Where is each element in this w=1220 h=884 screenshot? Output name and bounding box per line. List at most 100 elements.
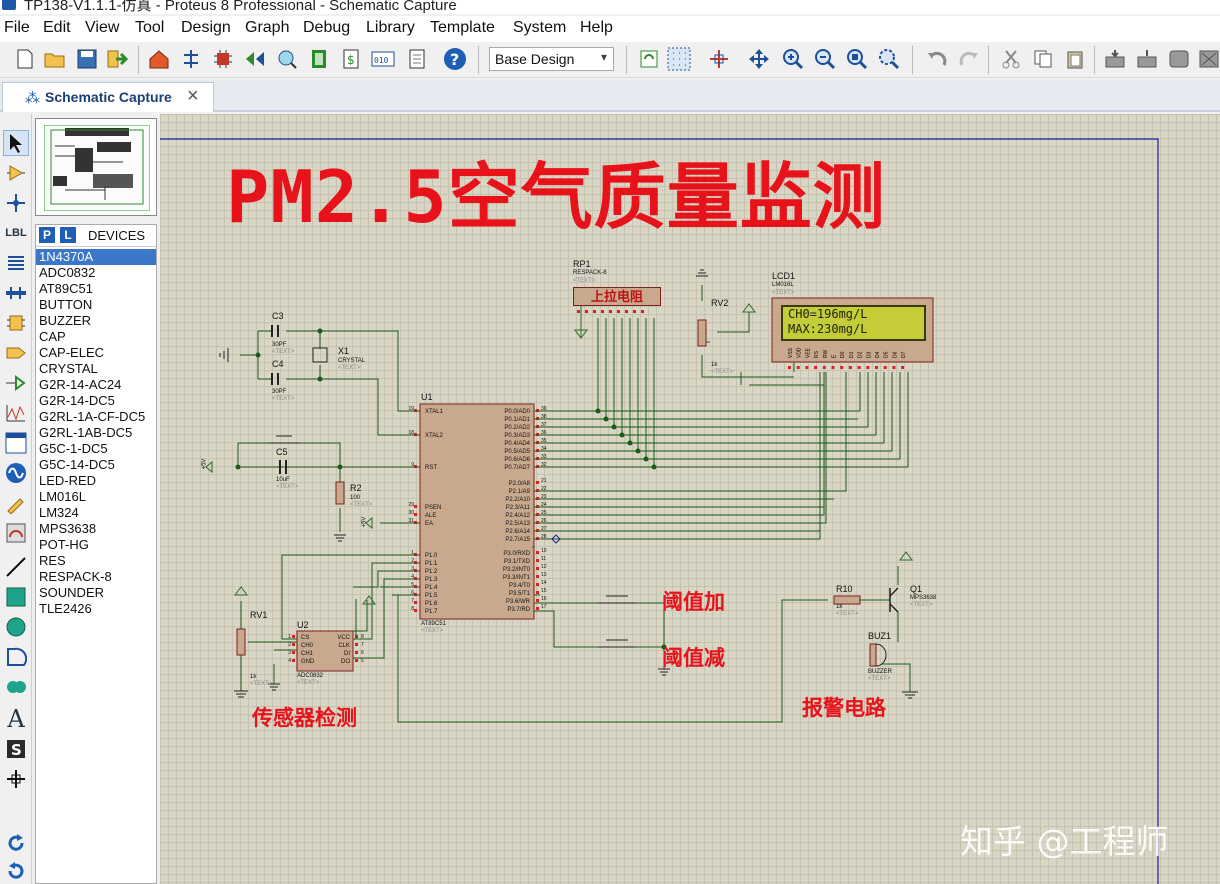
u1-pin-label: P1.1 (425, 561, 438, 567)
u1-pin-label: P0.7/AD7 (504, 465, 530, 471)
u1-pin-number: 11 (541, 556, 546, 562)
u1-pin-number: 8 (411, 606, 414, 612)
u1-pin-label: P0.6/AD6 (504, 457, 530, 463)
x1-part: CRYSTAL (338, 358, 366, 364)
c5-value: 10uF (276, 477, 290, 483)
threshold-down-label: 阈值减 (662, 646, 725, 670)
u2-pin-number: 7 (361, 642, 364, 648)
rp1-body[interactable]: 上拉电阻 (573, 287, 661, 306)
rv2-value: 1k (711, 362, 718, 368)
u1-pin-label: P2.0/A8 (509, 481, 531, 487)
u1-pin-label: P2.7/A15 (505, 537, 530, 543)
u1-pin-marker (414, 505, 417, 508)
lcd-pin-label: D2 (858, 351, 864, 358)
crystal-x1 (312, 347, 328, 363)
u1-pin-marker (536, 591, 539, 594)
c3-ref: C3 (272, 311, 284, 321)
buzzer-body (869, 643, 877, 667)
rv1-value: 1k (250, 674, 257, 680)
u1-pin-marker (536, 607, 539, 610)
rp1-pins (577, 310, 644, 313)
lcd-pin-label: D4 (875, 351, 881, 358)
c4-text: <TEXT> (272, 396, 295, 402)
u1-pin-marker (414, 601, 417, 604)
u2-pin-marker (292, 643, 295, 646)
sheet-border (160, 138, 1159, 884)
u1-ref: U1 (421, 392, 433, 402)
u1-pin-label: P0.0/AD0 (504, 409, 530, 415)
u1-pin-label: P1.4 (425, 585, 438, 591)
lcd-line-2: MAX:230mg/L (788, 322, 868, 336)
u1-pin-label: PSEN (425, 505, 441, 511)
c5-text: <TEXT> (276, 484, 299, 490)
u1-pin-label: P0.1/AD1 (504, 417, 530, 423)
pot-rv2 (697, 319, 707, 347)
lcd-part: LM016L (772, 282, 794, 288)
u1-pin-marker (536, 599, 539, 602)
rp1-pin-marker (601, 310, 604, 313)
buz1-part: BUZZER (868, 669, 892, 675)
u1-pin-label: P0.4/AD4 (504, 441, 530, 447)
lcd-pin-marker (901, 366, 905, 369)
u1-pin-label: P1.5 (425, 593, 438, 599)
u1-pin-label: P3.0/RXD (503, 551, 530, 557)
u1-pin-number: 13 (541, 572, 547, 578)
u2-pin-marker (292, 659, 295, 662)
r2-text: <TEXT> (350, 502, 373, 508)
lcd-pin-label: RW (823, 349, 829, 358)
u1-pin-marker (414, 513, 417, 516)
q1-ref: Q1 (910, 584, 923, 594)
lcd-display: CH0=196mg/L MAX:230mg/L (781, 305, 926, 341)
vcc-u2-icon (362, 595, 376, 605)
u1-pin-label: P3.2/INT0 (503, 567, 531, 573)
lcd-pin-label: RS (814, 350, 820, 358)
buz1-ref: BUZ1 (868, 631, 892, 641)
x1-text: <TEXT> (338, 365, 361, 371)
rp1-pin-marker (585, 310, 588, 313)
rp1-part: RESPACK-8 (573, 270, 607, 276)
r2-ref: R2 (350, 483, 362, 493)
u1-pin-marker (414, 609, 417, 612)
lcd-pin-marker (805, 366, 809, 369)
u1-pin-label: ALE (425, 513, 436, 519)
u1-pin-label: XTAL1 (425, 409, 444, 415)
lcd-pin-label: D6 (892, 351, 898, 358)
transistor-q1 (889, 587, 899, 613)
lcd-pin-marker (788, 366, 791, 369)
rp1-pin-marker (609, 310, 612, 313)
u2-pin-label: CH1 (301, 651, 314, 657)
u2-pin-label: DO (341, 659, 350, 665)
u2-pin-number: 6 (361, 650, 364, 656)
u1-part: AT89C51 (421, 621, 446, 627)
c4-value: 30PF (272, 389, 287, 395)
capacitor-c3-c4 (271, 325, 279, 385)
rv2-ref: RV2 (711, 298, 729, 308)
u1-pin-label: RST (425, 465, 437, 471)
r10-value: 1k (836, 604, 843, 610)
u1-pin-label: P3.4/T0 (509, 583, 531, 589)
lcd-text: <TEXT> (772, 290, 795, 296)
u2-text: <TEXT> (297, 680, 320, 686)
threshold-up-label: 阈值加 (662, 590, 725, 614)
reset-button-shape[interactable] (268, 435, 300, 444)
u1-pin-label: P0.2/AD2 (504, 425, 530, 431)
schematic-drawing: XTAL119XTAL218RST9PSEN29ALE30EA31P1.01P1… (160, 138, 1159, 884)
lcd-pin-label: D3 (866, 351, 872, 358)
c3-value: 30PF (272, 342, 287, 348)
u1-pin-label: P1.7 (425, 609, 438, 615)
alarm-section-label: 报警电路 (802, 696, 886, 720)
buz1-text: <TEXT> (868, 676, 891, 682)
lcd-pin-marker (831, 366, 835, 369)
resistor-r2 (335, 481, 345, 505)
u1-pin-marker (536, 567, 539, 570)
u1-pin-label: P0.5/AD5 (504, 449, 530, 455)
u2-pin-marker (355, 643, 358, 646)
u1-pin-marker (536, 481, 539, 484)
u2-pin-label: DI (344, 651, 350, 657)
schematic-title: PM2.5空气质量监测 (226, 155, 886, 239)
u1-pin-label: P2.5/A13 (505, 521, 530, 527)
threshold-buttons[interactable] (598, 595, 636, 648)
u1-pin-number: 29 (408, 502, 414, 508)
r10-ref: R10 (836, 584, 853, 594)
u1-pin-number: 15 (541, 588, 547, 594)
